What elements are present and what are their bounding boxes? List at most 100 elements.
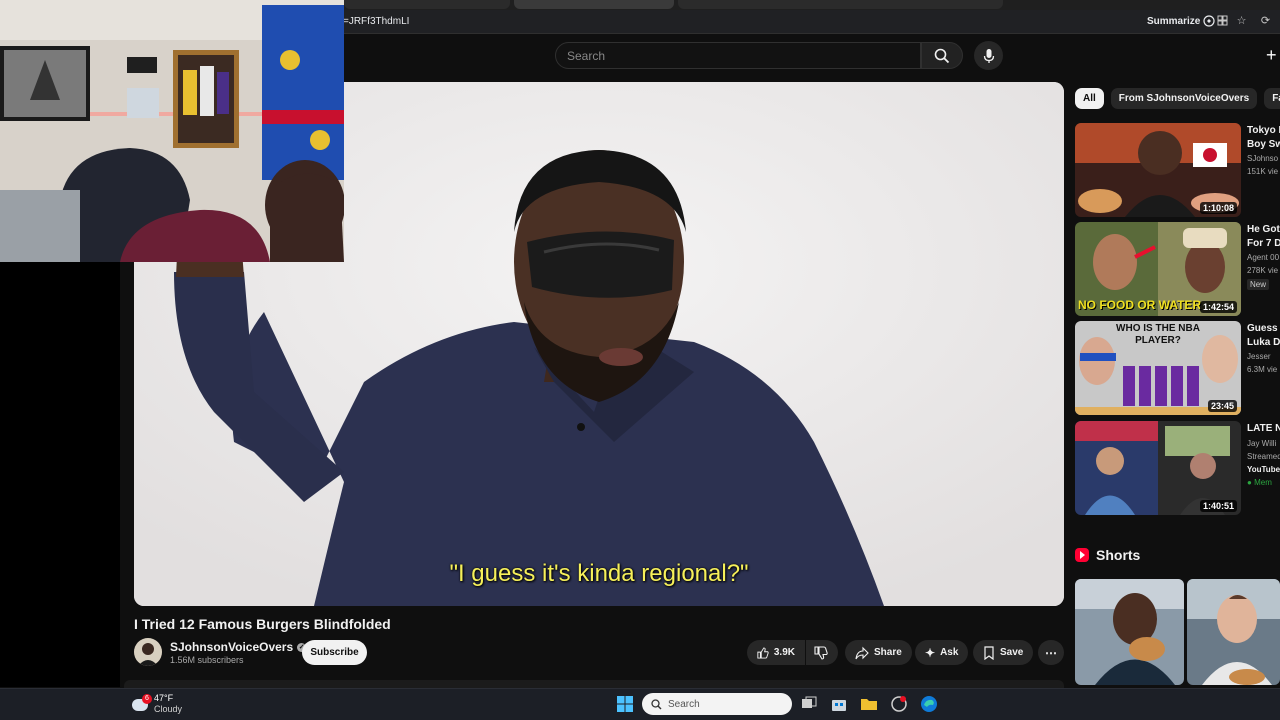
video-caption: "I guess it's kinda regional?" <box>449 560 749 587</box>
video-duration: 1:40:51 <box>1199 500 1237 512</box>
notification-badge: 6 <box>142 694 152 704</box>
video-title-line[interactable]: He Got S <box>1247 224 1280 235</box>
new-badge: New <box>1247 279 1270 290</box>
video-channel[interactable]: Agent 00 <box>1247 253 1279 262</box>
video-duration: 23:45 <box>1207 400 1237 412</box>
chip-fast-food[interactable]: Fast fo <box>1264 88 1280 109</box>
video-title: I Tried 12 Famous Burgers Blindfolded <box>134 616 391 632</box>
more-horizontal-icon: ⋯ <box>1045 645 1057 660</box>
shorts-logo-icon <box>1075 548 1089 562</box>
recommended-video[interactable]: 1:10:08 Tokyo M Boy Swe SJohnso 151K vie <box>1075 123 1280 217</box>
video-thumbnail[interactable]: 1:10:08 <box>1075 123 1241 217</box>
chip-all[interactable]: All <box>1075 88 1104 109</box>
refresh-icon[interactable]: ⟳ <box>1259 15 1272 28</box>
related-filter-chips: All From SJohnsonVoiceOvers Fast fo <box>1075 88 1280 110</box>
voice-search-button[interactable] <box>974 41 1003 70</box>
file-explorer-icon[interactable] <box>860 695 878 713</box>
url-text[interactable]: =JRFf3ThdmLI <box>343 16 409 27</box>
dislike-button[interactable] <box>806 640 838 665</box>
description-box-edge <box>124 680 1064 688</box>
search-icon <box>651 698 662 709</box>
ask-button[interactable]: ✦ Ask <box>915 640 969 665</box>
subscribe-button[interactable]: Subscribe <box>302 640 367 665</box>
bookmark-icon <box>984 645 994 660</box>
video-channel[interactable]: SJohnso <box>1247 154 1278 163</box>
summarize-icon <box>1203 15 1215 27</box>
channel-name-text: SJohnsonVoiceOvers <box>170 640 294 654</box>
like-button[interactable]: 3.9K <box>747 640 805 665</box>
video-channel[interactable]: Jesser <box>1247 352 1271 361</box>
search-button[interactable] <box>921 42 963 69</box>
extensions-icon[interactable] <box>1216 15 1229 28</box>
save-button[interactable]: Save <box>973 640 1034 665</box>
chip-from-channel[interactable]: From SJohnsonVoiceOvers <box>1110 88 1258 109</box>
video-title-line[interactable]: Guess T <box>1247 323 1280 334</box>
taskbar-search[interactable]: Search <box>642 693 792 715</box>
video-title-line[interactable]: Luka Do <box>1247 337 1280 348</box>
microphone-icon <box>983 48 994 63</box>
app-icon[interactable] <box>890 695 908 713</box>
favorite-star-icon[interactable]: ☆ <box>1235 15 1248 28</box>
channel-avatar[interactable] <box>134 638 162 666</box>
weather-condition: Cloudy <box>154 704 183 714</box>
share-button[interactable]: Share <box>845 640 912 665</box>
thumbnail-text: NO FOOD OR WATER <box>1078 298 1202 312</box>
weather-widget[interactable]: 6 47°F Cloudy <box>132 693 182 715</box>
video-title-line[interactable]: LATE NI <box>1247 423 1280 434</box>
search-placeholder: Search <box>567 49 606 63</box>
members-badge: ● Mem <box>1247 478 1272 487</box>
shorts-section-header: Shorts <box>1075 547 1140 563</box>
short-thumbnail[interactable] <box>1187 579 1280 685</box>
thumbs-up-icon <box>757 646 769 659</box>
webcam-overlay <box>0 0 344 262</box>
subscriber-count: 1.56M subscribers <box>170 655 244 665</box>
task-view-icon[interactable] <box>800 695 818 713</box>
summarize-label: Summarize <box>1147 15 1201 27</box>
browser-tab-active[interactable] <box>514 0 674 9</box>
video-platform: YouTube <box>1247 465 1280 474</box>
shorts-label: Shorts <box>1096 547 1141 563</box>
summarize-button[interactable]: Summarize <box>1147 15 1215 27</box>
video-views: 151K vie <box>1247 167 1279 176</box>
video-title-line[interactable]: Boy Swe <box>1247 139 1280 150</box>
browser-tab[interactable] <box>678 0 1003 9</box>
more-actions-button[interactable]: ⋯ <box>1038 640 1064 665</box>
search-icon <box>934 48 950 63</box>
browser-tab[interactable] <box>344 0 510 9</box>
ask-label: Ask <box>940 647 959 658</box>
members-label: Mem <box>1254 478 1272 487</box>
webcam-frame <box>0 0 344 262</box>
video-status: Streamed <box>1247 452 1280 461</box>
video-views: 6.3M vie <box>1247 365 1278 374</box>
create-plus-icon[interactable]: + <box>1266 44 1280 66</box>
video-duration: 1:42:54 <box>1199 301 1237 313</box>
video-thumbnail[interactable]: WHO IS THE NBA PLAYER? 23:45 <box>1075 321 1241 415</box>
channel-name[interactable]: SJohnsonVoiceOvers ✓ <box>170 640 307 654</box>
share-label: Share <box>874 647 902 658</box>
video-thumbnail[interactable]: 1:40:51 <box>1075 421 1241 515</box>
temperature: 47°F <box>154 693 174 703</box>
video-channel[interactable]: Jay Willi <box>1247 439 1276 448</box>
store-icon[interactable] <box>830 695 848 713</box>
members-dot-icon: ● <box>1247 478 1252 487</box>
thumbnail-text: WHO IS THE NBA PLAYER? <box>1116 323 1200 346</box>
video-thumbnail[interactable]: NO FOOD OR WATER 1:42:54 <box>1075 222 1241 316</box>
recommended-video[interactable]: 1:40:51 LATE NI Jay Willi Streamed YouTu… <box>1075 421 1280 515</box>
like-count: 3.9K <box>773 647 795 658</box>
video-title-line[interactable]: For 7 Da <box>1247 238 1280 249</box>
share-icon <box>855 646 869 659</box>
video-views: 278K vie <box>1247 266 1279 275</box>
windows-start-icon[interactable] <box>616 695 634 713</box>
thumbs-down-icon <box>814 645 828 660</box>
short-thumbnail[interactable] <box>1075 579 1184 685</box>
sparkle-icon: ✦ <box>925 645 936 660</box>
video-title-line[interactable]: Tokyo M <box>1247 125 1280 136</box>
save-label: Save <box>1000 647 1024 658</box>
edge-browser-icon[interactable] <box>920 695 938 713</box>
search-input[interactable]: Search <box>555 42 921 69</box>
left-background <box>0 262 120 687</box>
recommended-video[interactable]: NO FOOD OR WATER 1:42:54 He Got S For 7 … <box>1075 222 1280 316</box>
recommended-video[interactable]: WHO IS THE NBA PLAYER? 23:45 Guess T Luk… <box>1075 321 1280 415</box>
windows-taskbar: 6 47°F Cloudy Search <box>0 688 1280 720</box>
video-duration: 1:10:08 <box>1199 202 1237 214</box>
